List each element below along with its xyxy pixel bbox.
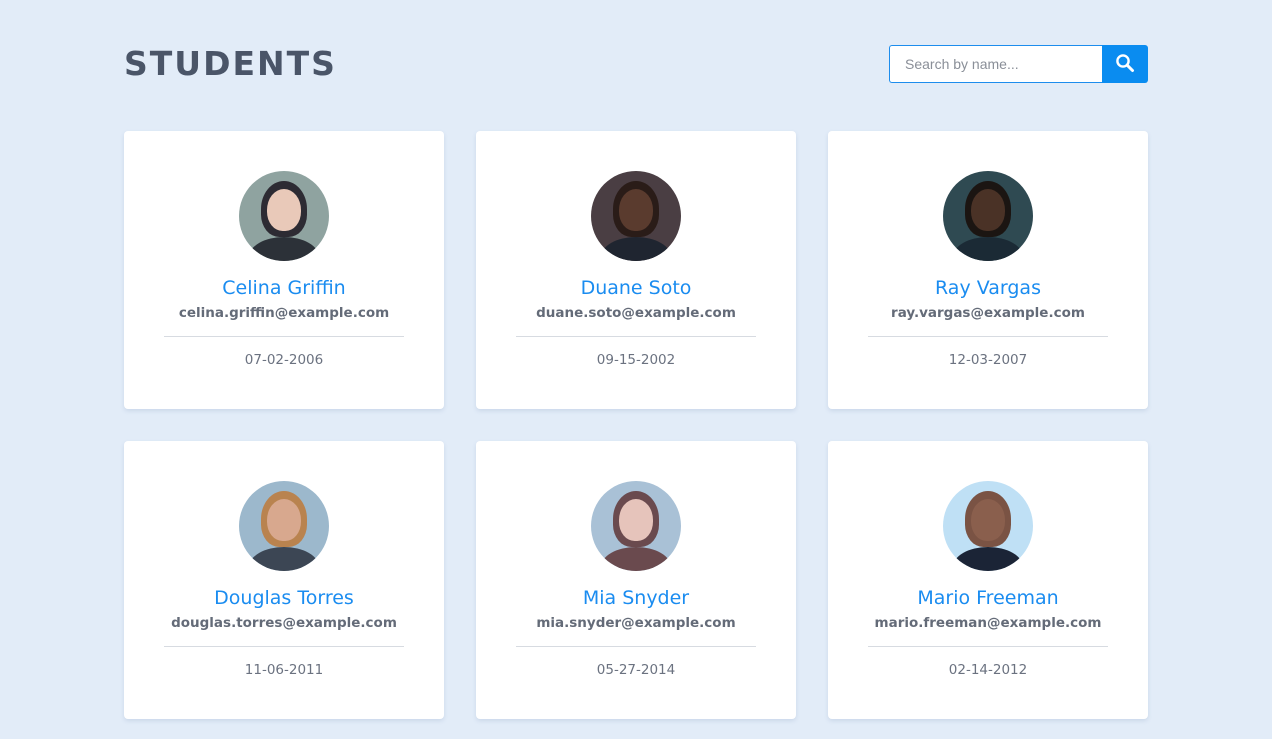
student-card[interactable]: Mario Freeman mario.freeman@example.com … <box>828 441 1148 719</box>
avatar-face <box>267 189 301 231</box>
avatar-torso <box>601 237 671 261</box>
avatar <box>591 171 681 261</box>
student-email: mia.snyder@example.com <box>536 615 736 631</box>
avatar <box>591 481 681 571</box>
student-email: douglas.torres@example.com <box>171 615 397 631</box>
student-email: duane.soto@example.com <box>536 305 736 321</box>
student-email: ray.vargas@example.com <box>891 305 1085 321</box>
card-divider <box>164 336 404 337</box>
avatar-face <box>971 189 1005 231</box>
student-card[interactable]: Ray Vargas ray.vargas@example.com 12-03-… <box>828 131 1148 409</box>
avatar-torso <box>953 237 1023 261</box>
search-button[interactable] <box>1102 45 1148 83</box>
student-card[interactable]: Duane Soto duane.soto@example.com 09-15-… <box>476 131 796 409</box>
avatar-face <box>267 499 301 541</box>
page-container: STUDENTS Celina Griffin celina.gr <box>124 0 1148 719</box>
student-card[interactable]: Mia Snyder mia.snyder@example.com 05-27-… <box>476 441 796 719</box>
student-grid: Celina Griffin celina.griffin@example.co… <box>124 131 1148 719</box>
avatar <box>943 481 1033 571</box>
avatar <box>239 481 329 571</box>
student-name: Ray Vargas <box>935 277 1041 299</box>
card-divider <box>516 646 756 647</box>
student-card[interactable]: Celina Griffin celina.griffin@example.co… <box>124 131 444 409</box>
student-name: Celina Griffin <box>222 277 346 299</box>
page-header: STUDENTS <box>124 45 1148 83</box>
student-name: Mia Snyder <box>582 587 690 609</box>
student-date: 09-15-2002 <box>596 352 676 368</box>
student-date: 02-14-2012 <box>948 662 1028 678</box>
avatar-torso <box>249 237 319 261</box>
card-divider <box>164 646 404 647</box>
avatar <box>943 171 1033 261</box>
student-name: Duane Soto <box>580 277 692 299</box>
card-divider <box>868 646 1108 647</box>
card-divider <box>868 336 1108 337</box>
card-divider <box>516 336 756 337</box>
avatar-torso <box>249 547 319 571</box>
student-date: 07-02-2006 <box>244 352 324 368</box>
avatar-face <box>619 499 653 541</box>
search-form <box>889 45 1148 83</box>
student-email: celina.griffin@example.com <box>178 305 390 321</box>
page-title: STUDENTS <box>124 44 337 83</box>
avatar-torso <box>953 547 1023 571</box>
search-icon <box>1115 53 1135 76</box>
search-input[interactable] <box>889 45 1102 83</box>
student-date: 05-27-2014 <box>596 662 676 678</box>
avatar <box>239 171 329 261</box>
student-date: 12-03-2007 <box>948 352 1028 368</box>
student-email: mario.freeman@example.com <box>874 615 1102 631</box>
student-name: Douglas Torres <box>214 587 354 609</box>
avatar-torso <box>601 547 671 571</box>
student-date: 11-06-2011 <box>244 662 324 678</box>
avatar-face <box>971 499 1005 541</box>
avatar-face <box>619 189 653 231</box>
student-name: Mario Freeman <box>917 587 1059 609</box>
student-card[interactable]: Douglas Torres douglas.torres@example.co… <box>124 441 444 719</box>
